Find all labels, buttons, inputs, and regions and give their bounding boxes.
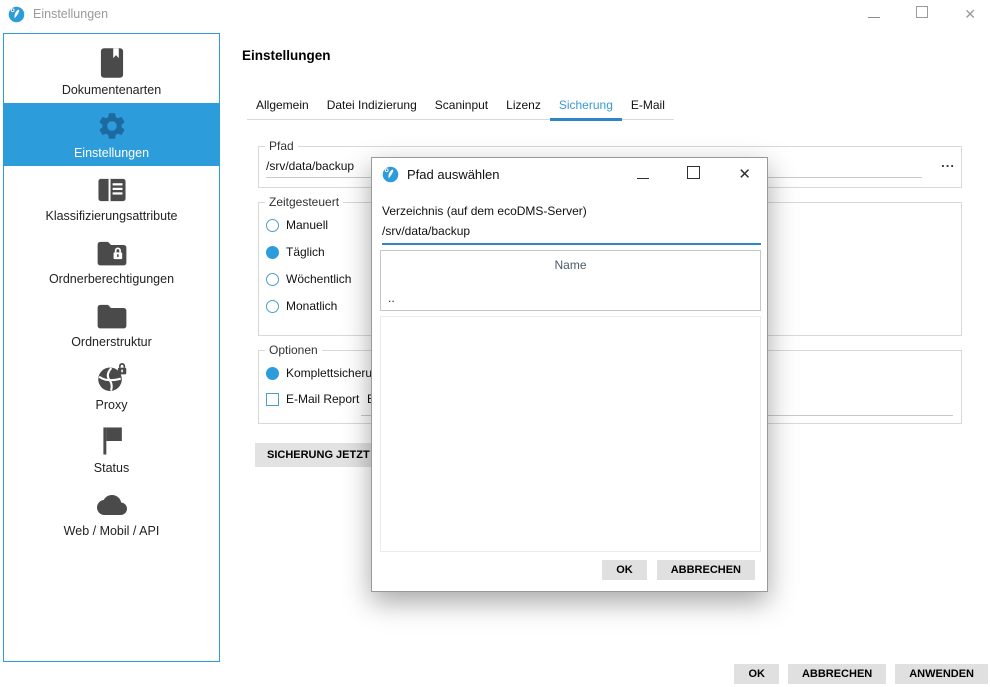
list-item-parent-dir[interactable]: .. (388, 291, 395, 305)
sidebar-item-web-mobil-api[interactable]: Web / Mobil / API (4, 481, 219, 544)
window-titlebar: Einstellungen (0, 0, 990, 28)
dialog-titlebar: Pfad auswählen ✕ (372, 158, 767, 191)
folder-lock-icon (95, 238, 129, 268)
schedule-option-woechentlich: Wöchentlich (266, 272, 351, 286)
radio-komplettsicherung[interactable] (266, 367, 279, 380)
window-title: Einstellungen (33, 7, 108, 21)
browse-path-button[interactable]: ... (941, 155, 955, 170)
dialog-title: Pfad auswählen (407, 167, 500, 182)
schedule-option-manuell: Manuell (266, 218, 328, 232)
pfad-group-legend: Pfad (265, 139, 298, 153)
pfad-auswaehlen-dialog: Pfad auswählen ✕ Verzeichnis (auf dem ec… (371, 157, 768, 592)
email-report-option: E-Mail Report (266, 392, 359, 406)
full-backup-option: Komplettsicherung (266, 366, 385, 380)
tab-sicherung[interactable]: Sicherung (550, 92, 622, 119)
sidebar-item-proxy[interactable]: Proxy (4, 355, 219, 418)
page-title: Einstellungen (242, 48, 331, 63)
schedule-option-monatlich: Monatlich (266, 299, 337, 313)
globe-lock-icon (95, 362, 129, 394)
directory-list: Name .. (380, 250, 761, 311)
radio-monatlich[interactable] (266, 300, 279, 313)
ok-button[interactable]: OK (734, 664, 779, 684)
directory-list-viewport (380, 316, 761, 552)
apply-button[interactable]: ANWENDEN (895, 664, 988, 684)
folder-icon (95, 301, 129, 331)
directory-path-input[interactable]: /srv/data/backup (382, 224, 761, 245)
dialog-close-button[interactable]: ✕ (738, 167, 751, 182)
tab-allgemein[interactable]: Allgemein (247, 92, 318, 119)
sidebar-item-label: Ordnerberechtigungen (49, 272, 174, 286)
maximize-button[interactable] (916, 5, 928, 23)
dialog-button-row: OK ABBRECHEN (602, 560, 755, 580)
gear-icon (96, 110, 128, 142)
sidebar-item-einstellungen[interactable]: Einstellungen (4, 103, 219, 166)
sidebar-item-status[interactable]: Status (4, 418, 219, 481)
sidebar-item-label: Proxy (96, 398, 128, 412)
ecodms-logo-icon (8, 6, 25, 23)
dialog-cancel-button[interactable]: ABBRECHEN (657, 560, 755, 580)
optionen-group-legend: Optionen (265, 343, 322, 357)
sidebar-item-label: Web / Mobil / API (64, 524, 160, 538)
sidebar-item-dokumentenarten[interactable]: Dokumentenarten (4, 40, 219, 103)
dialog-ok-button[interactable]: OK (602, 560, 647, 580)
tab-scaninput[interactable]: Scaninput (426, 92, 497, 119)
cancel-button[interactable]: ABBRECHEN (788, 664, 886, 684)
sidebar-item-label: Klassifizierungsattribute (45, 209, 177, 223)
sidebar-item-ordnerberechtigungen[interactable]: Ordnerberechtigungen (4, 229, 219, 292)
attributes-card-icon (96, 175, 128, 205)
tab-email[interactable]: E-Mail (622, 92, 674, 119)
sidebar-item-ordnerstruktur[interactable]: Ordnerstruktur (4, 292, 219, 355)
directory-label: Verzeichnis (auf dem ecoDMS-Server) (382, 204, 587, 218)
sidebar-item-label: Ordnerstruktur (71, 335, 152, 349)
ecodms-logo-icon (382, 166, 399, 183)
tab-datei-indizierung[interactable]: Datei Indizierung (318, 92, 426, 119)
flag-icon (97, 425, 127, 457)
dialog-maximize-button[interactable] (687, 166, 700, 184)
dialog-minimize-button[interactable] (637, 166, 649, 184)
radio-manuell[interactable] (266, 219, 279, 232)
settings-tabbar: Allgemein Datei Indizierung Scaninput Li… (247, 92, 674, 120)
sidebar-item-klassifizierungsattribute[interactable]: Klassifizierungsattribute (4, 166, 219, 229)
checkbox-email-report[interactable] (266, 393, 279, 406)
cloud-icon (94, 490, 130, 520)
book-icon (97, 47, 127, 79)
radio-taeglich[interactable] (266, 246, 279, 259)
sidebar-item-label: Status (94, 461, 129, 475)
minimize-button[interactable] (868, 5, 880, 23)
footer-button-row: OK ABBRECHEN ANWENDEN (734, 664, 988, 684)
sidebar-item-label: Einstellungen (74, 146, 149, 160)
radio-woechentlich[interactable] (266, 273, 279, 286)
list-column-header: Name (381, 258, 760, 272)
schedule-option-taeglich: Täglich (266, 245, 325, 259)
close-button[interactable]: ✕ (964, 7, 976, 21)
zeitgesteuert-group-legend: Zeitgesteuert (265, 195, 343, 209)
sidebar-item-label: Dokumentenarten (62, 83, 161, 97)
settings-sidebar: Dokumentenarten Einstellungen Klassifizi… (3, 33, 220, 662)
tab-lizenz[interactable]: Lizenz (497, 92, 550, 119)
